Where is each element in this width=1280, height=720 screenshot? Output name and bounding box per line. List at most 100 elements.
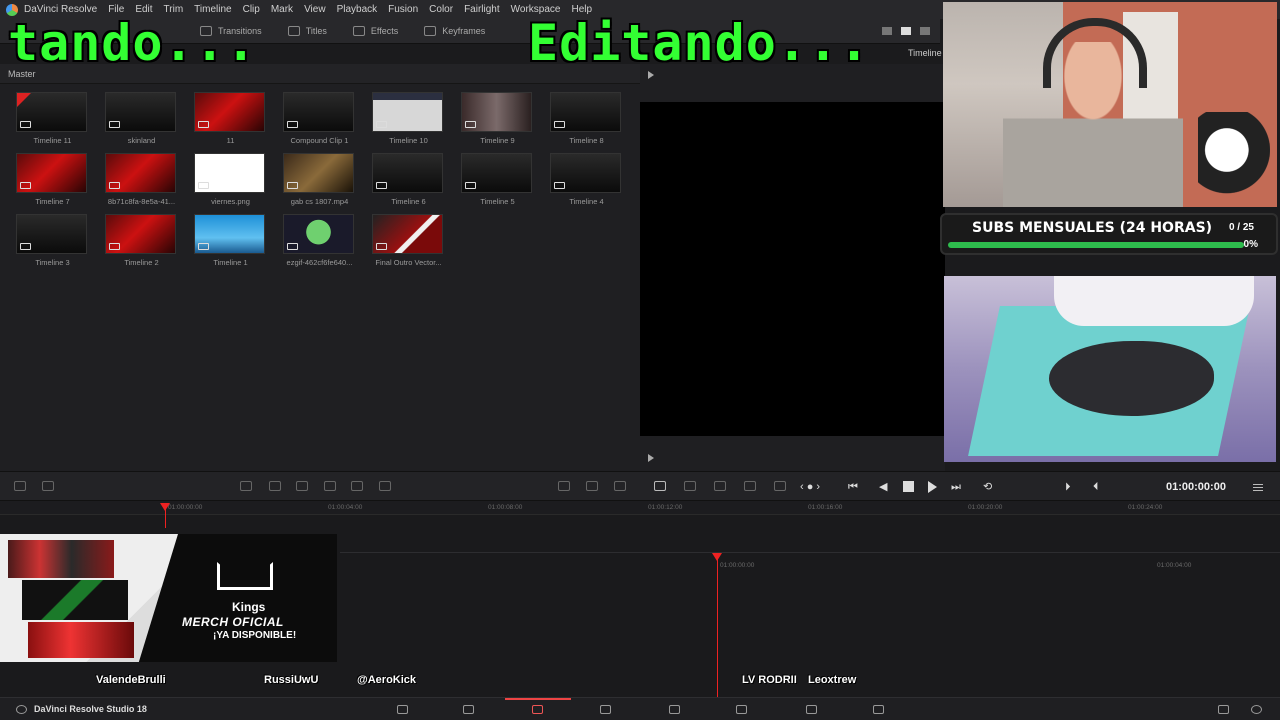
deliver-page-icon[interactable] (806, 705, 817, 714)
media-clip[interactable]: 8b71c8fa-8e5a-41... (97, 153, 186, 208)
media-clip[interactable]: Timeline 2 (97, 214, 186, 269)
clip-thumbnail (194, 214, 265, 254)
viewer-name: @AeroKick (357, 674, 417, 686)
timeline-ruler[interactable]: 01:00:00:00 01:00:04:00 01:00:08:00 01:00:1… (0, 501, 1280, 515)
color-page-icon[interactable] (669, 705, 680, 714)
lower-playhead[interactable] (717, 556, 718, 697)
home-icon[interactable] (1218, 705, 1229, 714)
effects-label: Effects (370, 26, 399, 36)
options-menu-icon[interactable] (1253, 484, 1263, 491)
media-clip[interactable]: Timeline 5 (453, 153, 542, 208)
clip-type-icon (376, 243, 387, 250)
loop-icon[interactable]: ⟲ (983, 482, 992, 493)
media-clip[interactable]: Timeline 3 (8, 214, 97, 269)
keyframes-button[interactable]: Keyframes (424, 26, 485, 36)
fairlight-page-icon[interactable] (736, 705, 747, 714)
microphone-icon[interactable] (684, 481, 696, 491)
titles-button[interactable]: Titles (287, 26, 327, 36)
cartoon-cat-image (1198, 112, 1270, 207)
play-reverse-icon[interactable]: ◀ (879, 482, 887, 493)
media-clip[interactable]: Timeline 7 (8, 153, 97, 208)
stop-icon[interactable] (903, 481, 914, 492)
settings-gear-icon[interactable] (1251, 705, 1262, 714)
media-clip[interactable]: skinland (97, 92, 186, 147)
clip-type-icon (109, 121, 120, 128)
titles-label: Titles (305, 26, 327, 36)
media-clip[interactable]: Timeline 1 (186, 214, 275, 269)
effects-button[interactable]: Effects (352, 26, 399, 36)
clip-type-icon (376, 121, 387, 128)
viewer-name: RussiUwU (264, 674, 319, 686)
media-clip[interactable]: gab cs 1807.mp4 (275, 153, 364, 208)
strip-view-icon[interactable] (882, 27, 892, 35)
skip-start-icon[interactable]: ⏮ (848, 482, 858, 493)
close-up-icon[interactable] (324, 481, 336, 491)
media-clip[interactable]: Timeline 9 (453, 92, 542, 147)
append-icon[interactable] (269, 481, 281, 491)
media-clip[interactable]: Compound Clip 1 (275, 92, 364, 147)
upper-playhead-handle[interactable] (160, 503, 170, 511)
clip-label: Timeline 7 (35, 197, 70, 206)
merch-banner: Kings MERCH OFICIAL ¡YA DISPONIBLE! (0, 534, 337, 662)
list-view-icon[interactable] (920, 27, 930, 35)
source-overwrite-icon[interactable] (379, 481, 391, 491)
trim-icon[interactable] (558, 481, 570, 491)
place-on-top-icon[interactable] (351, 481, 363, 491)
media-clip[interactable]: Timeline 11 (8, 92, 97, 147)
ripple-overwrite-icon[interactable] (296, 481, 308, 491)
clip-type-icon (198, 243, 209, 250)
editing-overlay-right: Editando... (528, 14, 871, 72)
audio-mixer-icon[interactable] (654, 481, 666, 491)
clip-thumbnail (550, 92, 621, 132)
rocket-page-icon[interactable] (873, 705, 884, 714)
clip-thumbnail (105, 214, 176, 254)
menu-color[interactable]: Color (429, 4, 453, 15)
fusion-page-icon[interactable] (600, 705, 611, 714)
next-frame-icon[interactable]: ⏵ (1065, 482, 1071, 493)
monitor-icon[interactable] (714, 481, 726, 491)
media-clip[interactable]: Timeline 8 (542, 92, 631, 147)
clip-type-icon (287, 243, 298, 250)
lower-playhead-handle[interactable] (712, 553, 722, 561)
media-clip[interactable]: Timeline 4 (542, 153, 631, 208)
expand-arrow-icon[interactable] (648, 71, 654, 79)
clip-label: ezgif-462cf6fe640... (286, 258, 353, 267)
media-clip[interactable]: ezgif-462cf6fe640... (275, 214, 364, 269)
clip-label: Timeline 6 (391, 197, 426, 206)
cut-page-icon[interactable] (463, 705, 474, 714)
subs-goal-widget: SUBS MENSUALES (24 HORAS) 0 / 25 0% (940, 213, 1278, 255)
media-clip[interactable]: 11 (186, 92, 275, 147)
media-clip[interactable]: Timeline 10 (364, 92, 453, 147)
media-clip[interactable]: viernes.png (186, 153, 275, 208)
active-page-indicator (505, 698, 571, 700)
play-icon[interactable] (928, 481, 937, 493)
transform-icon[interactable] (614, 481, 626, 491)
prev-marker-icon[interactable]: ‹ ● › (800, 482, 820, 493)
split-icon[interactable] (42, 481, 54, 491)
viewer-footer (640, 436, 945, 471)
clip-type-icon (376, 182, 387, 189)
menu-view[interactable]: View (304, 4, 326, 15)
menu-playback[interactable]: Playback (337, 4, 378, 15)
safe-area-icon[interactable] (744, 481, 756, 491)
dynamic-zoom-icon[interactable] (586, 481, 598, 491)
clip-thumbnail (16, 92, 87, 132)
media-page-icon[interactable] (397, 705, 408, 714)
ruler-tick-label: 01:00:16:00 (808, 504, 843, 511)
prev-frame-icon[interactable]: ⏴ (1093, 482, 1099, 493)
menu-mark[interactable]: Mark (271, 4, 293, 15)
titles-icon (287, 26, 300, 36)
edit-page-icon[interactable] (532, 705, 543, 714)
menu-fusion[interactable]: Fusion (388, 4, 418, 15)
clip-type-icon (465, 182, 476, 189)
thumbnail-view-icon[interactable] (901, 27, 911, 35)
play-range-icon[interactable] (774, 481, 786, 491)
snap-icon[interactable] (14, 481, 26, 491)
menu-fairlight[interactable]: Fairlight (464, 4, 500, 15)
media-clip[interactable]: Timeline 6 (364, 153, 453, 208)
expand-arrow-icon[interactable] (648, 454, 654, 462)
skip-end-icon[interactable]: ⏭ (951, 482, 961, 493)
viewer-name: Leoxtrew (808, 674, 857, 686)
media-clip[interactable]: Final Outro Vector... (364, 214, 453, 269)
smart-insert-icon[interactable] (240, 481, 252, 491)
